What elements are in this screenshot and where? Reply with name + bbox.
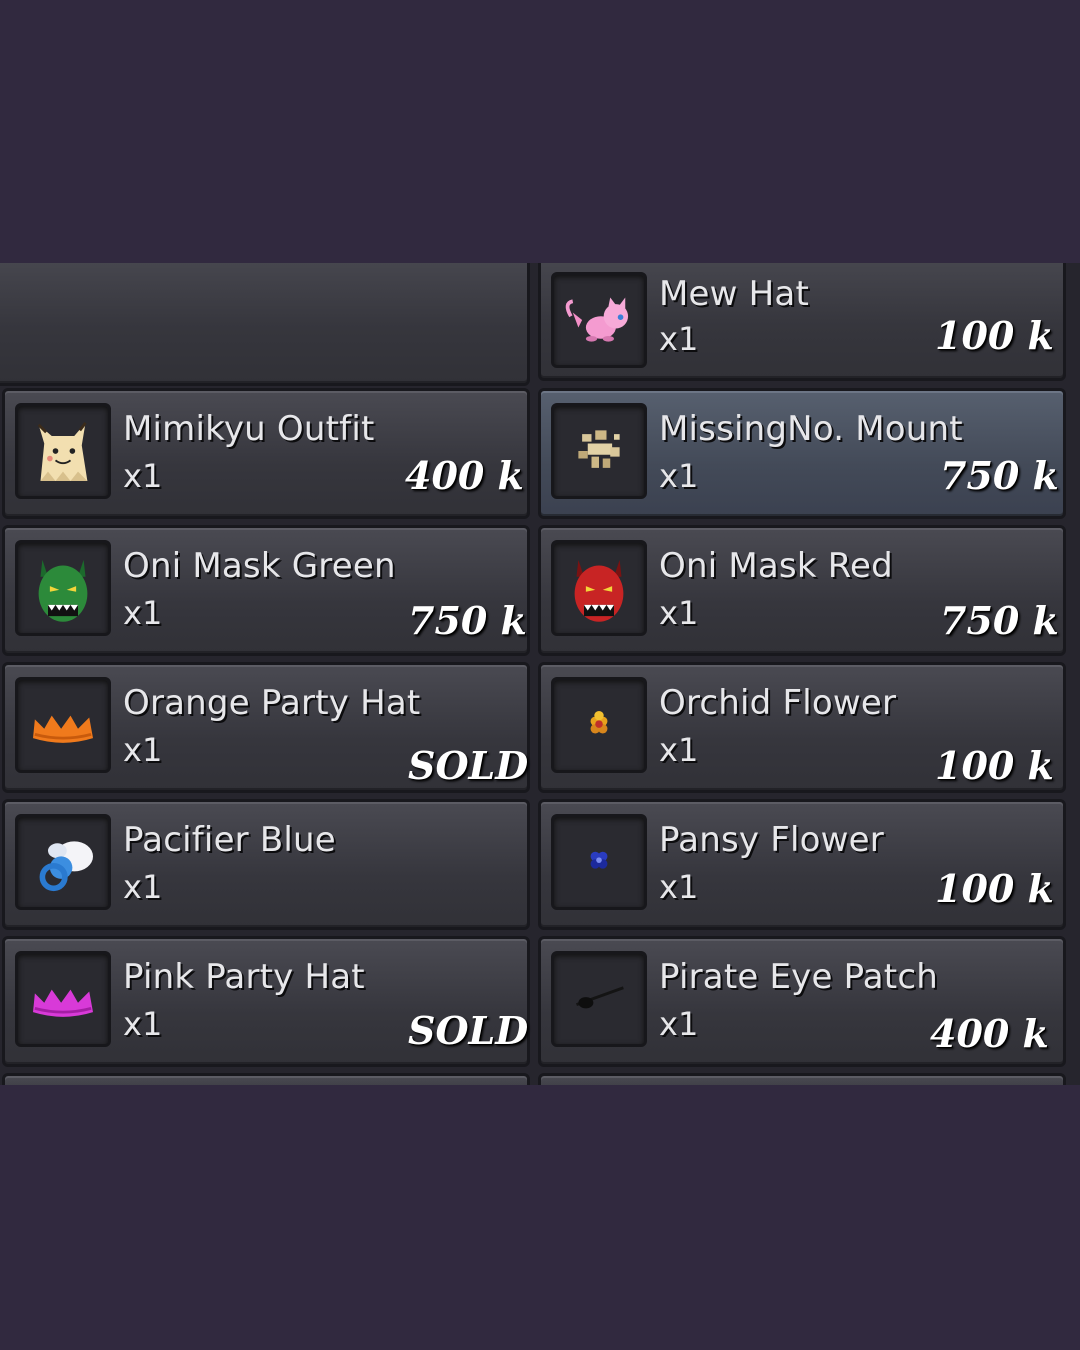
item-quantity: x1 bbox=[123, 594, 163, 632]
item-name: Orange Party Hat bbox=[123, 683, 421, 723]
item-name: Pirate Eye Patch bbox=[659, 957, 938, 997]
item-slot bbox=[15, 677, 111, 773]
item-name: Mimikyu Outfit bbox=[123, 409, 375, 449]
item-quantity: x1 bbox=[659, 731, 699, 769]
empty-card bbox=[0, 263, 530, 386]
orchid-flower-icon bbox=[590, 710, 608, 734]
item-slot bbox=[551, 403, 647, 499]
item-card-pacifier-blue[interactable]: Pacifier Blue x1 bbox=[2, 799, 530, 930]
inventory-panel: Mew Hat x1 Mimikyu Outfit x1 MissingNo. … bbox=[0, 263, 1080, 1085]
pink-party-hat-icon bbox=[33, 989, 93, 1017]
item-quantity: x1 bbox=[659, 320, 699, 358]
item-slot bbox=[15, 951, 111, 1047]
next-row-card-right bbox=[538, 1073, 1066, 1085]
price-label-orchid-flower: 100 k bbox=[935, 743, 1054, 788]
mew-hat-icon bbox=[565, 297, 629, 342]
item-slot bbox=[551, 951, 647, 1047]
item-slot bbox=[15, 540, 111, 636]
oni-mask-green-icon bbox=[38, 559, 88, 622]
item-quantity: x1 bbox=[659, 868, 699, 906]
mimikyu-outfit-icon bbox=[37, 422, 88, 481]
item-name: Pacifier Blue bbox=[123, 820, 336, 860]
item-slot bbox=[551, 814, 647, 910]
price-label-oni-mask-green: 750 k bbox=[408, 598, 527, 643]
oni-mask-red-icon bbox=[574, 559, 624, 622]
item-slot bbox=[551, 272, 647, 368]
item-name: MissingNo. Mount bbox=[659, 409, 963, 449]
item-slot bbox=[15, 814, 111, 910]
item-name: Oni Mask Red bbox=[659, 546, 893, 586]
next-row-card-left bbox=[2, 1073, 530, 1085]
pacifier-blue-icon bbox=[39, 841, 93, 892]
price-label-mew-hat: 100 k bbox=[935, 313, 1054, 358]
price-label-pansy-flower: 100 k bbox=[935, 866, 1054, 911]
price-label-pirate-eye-patch: 400 k bbox=[930, 1011, 1049, 1056]
item-name: Orchid Flower bbox=[659, 683, 897, 723]
price-label-pink-party-hat: SOLD bbox=[408, 1008, 529, 1053]
item-quantity: x1 bbox=[123, 731, 163, 769]
pansy-flower-icon bbox=[590, 851, 608, 869]
item-quantity: x1 bbox=[123, 457, 163, 495]
orange-party-hat-icon bbox=[33, 715, 93, 743]
item-name: Oni Mask Green bbox=[123, 546, 396, 586]
item-slot bbox=[551, 677, 647, 773]
price-label-missingno-mount: 750 k bbox=[940, 453, 1059, 498]
price-label-oni-mask-red: 750 k bbox=[940, 598, 1059, 643]
item-name: Mew Hat bbox=[659, 274, 810, 314]
item-quantity: x1 bbox=[659, 594, 699, 632]
missingno-mount-icon bbox=[578, 430, 620, 468]
item-name: Pansy Flower bbox=[659, 820, 884, 860]
item-quantity: x1 bbox=[123, 1005, 163, 1043]
item-quantity: x1 bbox=[659, 457, 699, 495]
pirate-eye-patch-icon bbox=[576, 986, 624, 1009]
item-name: Pink Party Hat bbox=[123, 957, 365, 997]
item-slot bbox=[15, 403, 111, 499]
price-label-mimikyu-outfit: 400 k bbox=[405, 453, 524, 498]
item-quantity: x1 bbox=[123, 868, 163, 906]
price-label-orange-party-hat: SOLD bbox=[408, 743, 529, 788]
item-quantity: x1 bbox=[659, 1005, 699, 1043]
item-slot bbox=[551, 540, 647, 636]
